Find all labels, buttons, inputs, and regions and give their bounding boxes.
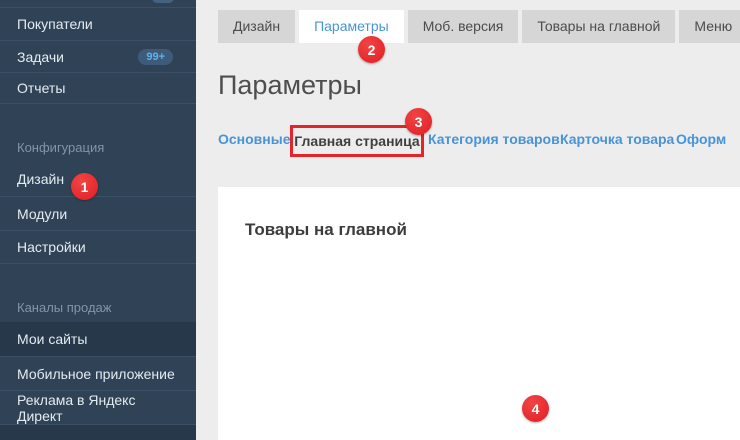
subtab-product-category[interactable]: Категория товаров [428,131,560,147]
sidebar-spacer [0,264,196,292]
tab-design[interactable]: Дизайн [218,10,295,43]
sidebar-item-my-sites[interactable]: Мои сайты [0,322,196,356]
sidebar-spacer [0,104,196,132]
sidebar-item-mobile-app[interactable]: Мобильное приложение [0,356,196,390]
sidebar: Покупатели Задачи 99+ Отчеты Конфигураци… [0,0,196,440]
sidebar-item-label: Реклама в Яндекс Директ [17,392,179,424]
sidebar-item-modules[interactable]: Модули [0,196,196,230]
subtab-home-page[interactable]: Главная страница [294,133,419,149]
annotation-step-3-badge: 3 [405,108,432,135]
subtab-general[interactable]: Основные [218,131,291,147]
sidebar-item-label: Покупатели [17,16,93,32]
annotation-step-1-badge: 1 [71,173,98,200]
badge-fragment [152,0,174,3]
sidebar-section-configuration: Конфигурация [0,132,196,162]
tab-products-on-home[interactable]: Товары на главной [522,10,675,43]
tab-parameters[interactable]: Параметры [299,10,404,43]
settings-card: Товары на главной Отображать товары на г… [218,187,740,440]
sidebar-item-label: Модули [17,206,67,222]
sidebar-item-label: Отчеты [17,80,65,96]
card-heading: Товары на главной [245,220,407,240]
page-title: Параметры [218,70,362,101]
tab-menu[interactable]: Меню [679,10,740,43]
annotation-step-2-badge: 2 [358,36,385,63]
sidebar-item-design[interactable]: Дизайн [0,162,196,196]
sidebar-item-tasks[interactable]: Задачи 99+ [0,40,196,72]
tasks-count-badge: 99+ [138,49,173,65]
sidebar-item-label: Задачи [17,49,64,65]
sidebar-partial-item [0,0,196,8]
sidebar-item-yandex-direct-ads[interactable]: Реклама в Яндекс Директ [0,390,196,424]
main-area: Дизайн Параметры Моб. версия Товары на г… [196,0,740,440]
sidebar-section-sales-channels: Каналы продаж [0,292,196,322]
app-window: Покупатели Задачи 99+ Отчеты Конфигураци… [0,0,740,440]
sidebar-item-reports[interactable]: Отчеты [0,72,196,104]
subtab-product-card[interactable]: Карточка товара [560,131,674,147]
top-tab-bar: Дизайн Параметры Моб. версия Товары на г… [218,10,740,43]
sidebar-item-settings[interactable]: Настройки [0,230,196,264]
sidebar-item-buyers[interactable]: Покупатели [0,8,196,40]
tab-mobile-version[interactable]: Моб. версия [408,10,519,43]
sidebar-item-label: Настройки [17,239,86,255]
sidebar-item-label: Мобильное приложение [17,366,175,382]
sidebar-item-label: Дизайн [17,171,64,187]
sidebar-bottom-strip [0,424,196,440]
annotation-step-4-badge: 4 [522,395,549,422]
annotation-box-step-3: Главная страница [290,125,424,157]
subtab-checkout-cutoff[interactable]: Оформ [676,131,726,147]
sidebar-item-label: Мои сайты [17,331,87,347]
